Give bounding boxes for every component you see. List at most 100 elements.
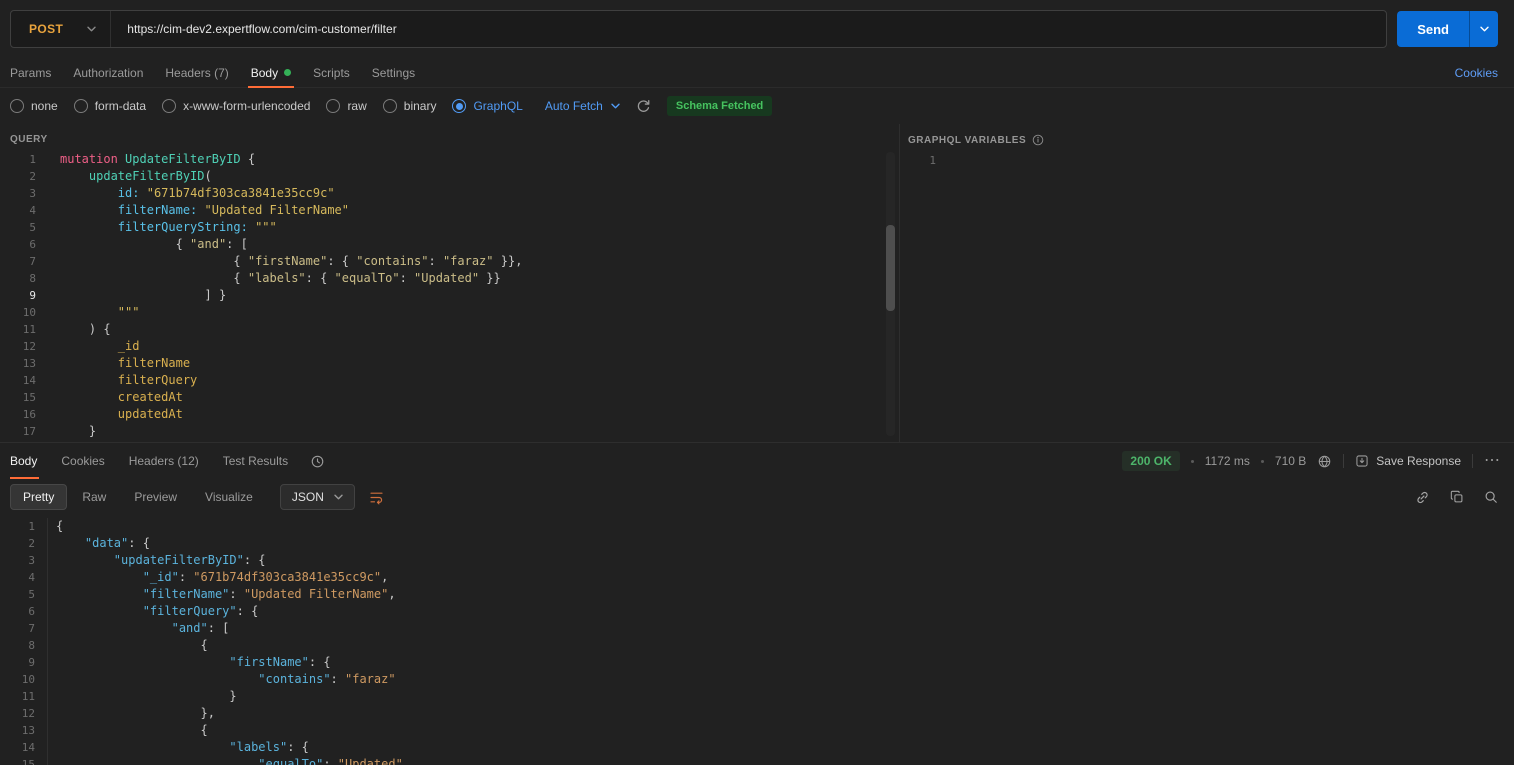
refresh-schema-icon[interactable] bbox=[636, 99, 651, 114]
more-options-button[interactable]: ⋯ bbox=[1484, 453, 1500, 469]
info-icon[interactable] bbox=[1032, 134, 1044, 146]
cookies-link[interactable]: Cookies bbox=[1455, 58, 1498, 87]
response-tab-body[interactable]: Body bbox=[10, 443, 49, 479]
code-line: 16 updatedAt bbox=[0, 406, 899, 423]
line-number: 10 bbox=[0, 671, 48, 688]
code-line: 9 "firstName": { bbox=[0, 654, 1514, 671]
line-number: 15 bbox=[0, 389, 36, 406]
line-number: 8 bbox=[0, 270, 36, 287]
code-text: { bbox=[48, 722, 208, 739]
tab-headers[interactable]: Headers (7) bbox=[154, 58, 239, 87]
line-number: 13 bbox=[0, 355, 36, 372]
response-toolbar: Pretty Raw Preview Visualize JSON bbox=[0, 479, 1514, 515]
code-text: "data": { bbox=[48, 535, 150, 552]
code-line: 14 "labels": { bbox=[0, 739, 1514, 756]
code-text: createdAt bbox=[36, 389, 183, 406]
code-text: filterName bbox=[36, 355, 190, 372]
code-text: "_id": "671b74df303ca3841e35cc9c", bbox=[48, 569, 388, 586]
code-line: 4 "_id": "671b74df303ca3841e35cc9c", bbox=[0, 569, 1514, 586]
auto-fetch-button[interactable]: Auto Fetch bbox=[545, 99, 620, 113]
code-text: ] } bbox=[36, 287, 226, 304]
line-number: 4 bbox=[0, 202, 36, 219]
wrap-text-icon[interactable] bbox=[369, 490, 384, 505]
line-number: 12 bbox=[0, 338, 36, 355]
radio-label: none bbox=[31, 99, 58, 113]
code-line: 1 bbox=[900, 152, 1514, 169]
link-icon[interactable] bbox=[1415, 490, 1430, 505]
chevron-down-icon bbox=[87, 26, 96, 32]
query-editor[interactable]: 1mutation UpdateFilterByID {2 updateFilt… bbox=[0, 151, 899, 440]
code-text: { bbox=[48, 518, 63, 535]
scrollbar-thumb[interactable] bbox=[886, 225, 895, 311]
response-meta: 200 OK 1172 ms 710 B Save Response ⋯ bbox=[1122, 451, 1500, 471]
code-line: 9 ] } bbox=[0, 287, 899, 304]
line-number: 5 bbox=[0, 219, 36, 236]
variables-editor[interactable]: 1 bbox=[900, 152, 1514, 169]
code-line: 11 } bbox=[0, 688, 1514, 705]
body-mode-binary[interactable]: binary bbox=[383, 99, 437, 113]
line-number: 2 bbox=[0, 168, 36, 185]
code-line: 11 ) { bbox=[0, 321, 899, 338]
response-tab-test-results[interactable]: Test Results bbox=[211, 443, 300, 479]
code-line: 15 "equalTo": "Updated" bbox=[0, 756, 1514, 765]
tab-body[interactable]: Body bbox=[240, 58, 302, 87]
body-mode-none[interactable]: none bbox=[10, 99, 58, 113]
radio-label: x-www-form-urlencoded bbox=[183, 99, 310, 113]
line-number: 15 bbox=[0, 756, 48, 765]
line-number: 9 bbox=[0, 287, 36, 304]
code-text: _id bbox=[36, 338, 139, 355]
radio-icon bbox=[74, 99, 88, 113]
code-text: updatedAt bbox=[36, 406, 183, 423]
response-viewer[interactable]: 1{2 "data": {3 "updateFilterByID": {4 "_… bbox=[0, 515, 1514, 765]
copy-icon[interactable] bbox=[1450, 490, 1464, 504]
tab-settings[interactable]: Settings bbox=[361, 58, 426, 87]
code-line: 2 updateFilterByID( bbox=[0, 168, 899, 185]
code-line: 12 _id bbox=[0, 338, 899, 355]
radio-selected-icon bbox=[452, 99, 466, 113]
view-pretty[interactable]: Pretty bbox=[10, 484, 67, 510]
code-line: 10 """ bbox=[0, 304, 899, 321]
line-number: 14 bbox=[0, 372, 36, 389]
view-visualize[interactable]: Visualize bbox=[192, 484, 266, 510]
network-info-icon[interactable] bbox=[1317, 454, 1332, 469]
api-client-window: POST https://cim-dev2.expertflow.com/cim… bbox=[0, 0, 1514, 765]
search-icon[interactable] bbox=[1484, 490, 1498, 504]
format-dropdown[interactable]: JSON bbox=[280, 484, 355, 510]
response-history-icon[interactable] bbox=[310, 454, 325, 469]
tab-authorization[interactable]: Authorization bbox=[62, 58, 154, 87]
code-text bbox=[936, 152, 960, 169]
separator bbox=[1472, 454, 1473, 468]
line-number: 11 bbox=[0, 321, 36, 338]
code-text: filterQueryString: """ bbox=[36, 219, 277, 236]
send-button[interactable]: Send bbox=[1397, 11, 1498, 47]
line-number: 9 bbox=[0, 654, 48, 671]
line-number: 11 bbox=[0, 688, 48, 705]
body-mode-graphql[interactable]: GraphQL bbox=[452, 99, 522, 113]
query-scrollbar[interactable] bbox=[886, 152, 895, 436]
code-text: id: "671b74df303ca3841e35cc9c" bbox=[36, 185, 335, 202]
url-input[interactable]: https://cim-dev2.expertflow.com/cim-cust… bbox=[110, 11, 1386, 47]
code-text: { "firstName": { "contains": "faraz" }}, bbox=[36, 253, 522, 270]
save-icon bbox=[1355, 454, 1369, 468]
radio-label: raw bbox=[347, 99, 366, 113]
save-response-button[interactable]: Save Response bbox=[1355, 454, 1461, 468]
line-number: 3 bbox=[0, 185, 36, 202]
send-options-button[interactable] bbox=[1469, 11, 1498, 47]
body-mode-form-data[interactable]: form-data bbox=[74, 99, 146, 113]
line-number: 13 bbox=[0, 722, 48, 739]
code-line: 1{ bbox=[0, 518, 1514, 535]
body-mode-raw[interactable]: raw bbox=[326, 99, 366, 113]
code-text: "and": [ bbox=[48, 620, 229, 637]
method-selector[interactable]: POST bbox=[11, 11, 110, 47]
view-preview[interactable]: Preview bbox=[121, 484, 190, 510]
code-text: mutation UpdateFilterByID { bbox=[36, 151, 255, 168]
radio-label: binary bbox=[404, 99, 437, 113]
body-mode-urlencoded[interactable]: x-www-form-urlencoded bbox=[162, 99, 310, 113]
line-number: 6 bbox=[0, 603, 48, 620]
response-tab-headers[interactable]: Headers (12) bbox=[117, 443, 211, 479]
response-tab-cookies[interactable]: Cookies bbox=[49, 443, 116, 479]
view-raw[interactable]: Raw bbox=[69, 484, 119, 510]
tab-scripts[interactable]: Scripts bbox=[302, 58, 361, 87]
tab-params[interactable]: Params bbox=[10, 58, 62, 87]
method-label: POST bbox=[29, 22, 63, 36]
